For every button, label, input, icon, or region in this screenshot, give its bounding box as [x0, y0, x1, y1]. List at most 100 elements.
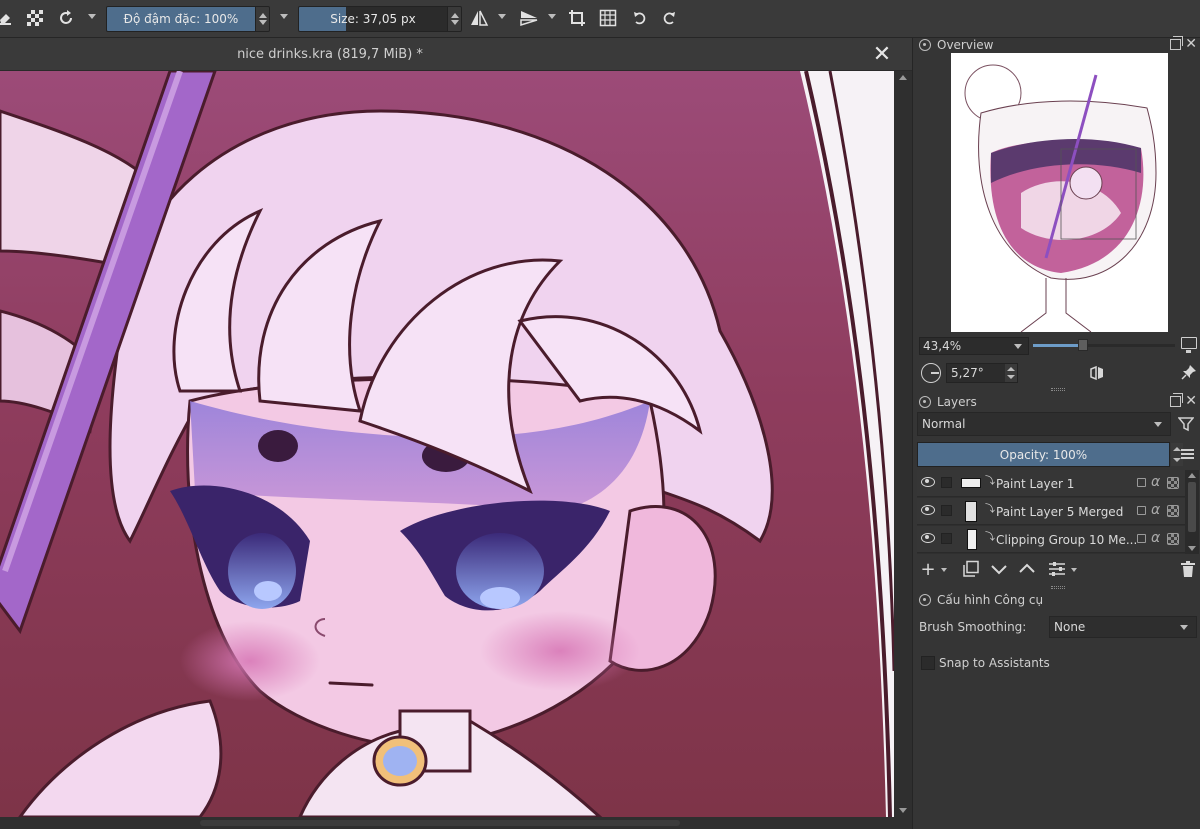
trash-icon[interactable]	[1179, 560, 1197, 580]
canvas-horizontal-scrollbar[interactable]	[0, 817, 912, 829]
pin-icon[interactable]	[1181, 364, 1197, 380]
layer-row[interactable]: ⤵ Clipping Group 10 Me... α	[917, 526, 1185, 553]
mirror-h-icon[interactable]	[468, 7, 490, 29]
chevron-down-icon[interactable]	[941, 568, 947, 572]
rotation-stepper[interactable]	[1005, 364, 1017, 382]
lock-icon[interactable]	[919, 39, 931, 51]
chevron-down-icon	[1014, 344, 1022, 349]
panel-splitter[interactable]	[1051, 586, 1065, 589]
move-up-icon[interactable]	[1017, 560, 1037, 580]
checker-icon[interactable]	[24, 7, 46, 29]
overview-image	[964, 64, 1157, 332]
float-icon[interactable]	[1170, 36, 1183, 50]
close-icon[interactable]: ✕	[870, 43, 894, 67]
layer-select-checkbox[interactable]	[941, 505, 952, 516]
undo-icon[interactable]	[629, 7, 651, 29]
zoom-value: 43,4%	[923, 339, 962, 353]
rotation-field[interactable]: 5,27°	[946, 363, 1018, 383]
snap-to-assistants-checkbox[interactable]	[921, 656, 935, 670]
lock-icon[interactable]	[1137, 534, 1146, 543]
filter-icon[interactable]	[1177, 416, 1195, 432]
eraser-icon[interactable]	[0, 7, 16, 29]
opacity-spinbox[interactable]: Độ đậm đặc: 100%	[106, 6, 270, 32]
layer-name[interactable]: Paint Layer 1	[996, 470, 1136, 497]
chevron-down-icon[interactable]	[1071, 568, 1077, 572]
alpha-lock-icon[interactable]: α	[1151, 502, 1160, 518]
document-title[interactable]: nice drinks.kra (819,7 MiB) *	[0, 38, 660, 71]
layer-name[interactable]: Paint Layer 5 Merged	[996, 498, 1136, 525]
eye-icon[interactable]	[921, 505, 935, 515]
add-icon[interactable]: +	[919, 560, 937, 580]
drawing-canvas[interactable]	[0, 71, 894, 817]
right-dock: Overview ✕ 43,4% 5,27° Layers ✕ Normal O…	[912, 36, 1200, 829]
rotation-dial-icon[interactable]	[921, 363, 941, 383]
close-icon[interactable]: ✕	[1185, 36, 1197, 52]
chevron-down-icon[interactable]	[88, 14, 96, 19]
layer-row[interactable]: ⤵ Paint Layer 1 α	[917, 470, 1185, 497]
overview-title: Overview	[937, 38, 994, 52]
eye-icon[interactable]	[921, 477, 935, 487]
layers-panel-header: Layers ✕	[913, 393, 1200, 411]
mirror-icon[interactable]	[1089, 365, 1105, 381]
zoom-slider[interactable]	[1033, 339, 1175, 351]
lock-icon[interactable]	[919, 594, 931, 606]
layer-select-checkbox[interactable]	[941, 477, 952, 488]
inherit-alpha-icon: ⤵	[985, 504, 995, 515]
properties-icon[interactable]	[1047, 560, 1067, 580]
transparency-icon[interactable]	[1167, 505, 1179, 517]
lock-icon[interactable]	[919, 396, 931, 408]
zoom-row: 43,4%	[913, 336, 1200, 356]
layer-name[interactable]: Clipping Group 10 Me...	[996, 526, 1136, 553]
chevron-down-icon[interactable]	[280, 14, 288, 19]
alpha-lock-icon[interactable]: α	[1151, 530, 1160, 546]
canvas-vertical-scrollbar[interactable]	[894, 71, 912, 817]
size-spinbox[interactable]: Size: 37,05 px	[298, 6, 462, 32]
size-stepper[interactable]	[447, 7, 461, 31]
mirror-v-icon[interactable]	[518, 7, 540, 29]
eye-icon[interactable]	[921, 533, 935, 543]
layer-row[interactable]: ⤵ Paint Layer 5 Merged α	[917, 498, 1185, 525]
opacity-label: Độ đậm đặc: 100%	[123, 12, 239, 26]
overview-panel-header: Overview ✕	[913, 36, 1200, 54]
tool-options-title: Cấu hình Công cụ	[937, 593, 1044, 607]
size-label: Size: 37,05 px	[330, 12, 416, 26]
brush-smoothing-value: None	[1054, 620, 1086, 634]
lock-icon[interactable]	[1137, 506, 1146, 515]
alpha-lock-icon[interactable]: α	[1151, 474, 1160, 490]
snap-to-assistants-label: Snap to Assistants	[939, 656, 1050, 670]
monitor-icon[interactable]	[1181, 337, 1197, 353]
brush-smoothing-label: Brush Smoothing:	[919, 620, 1027, 634]
redo-icon[interactable]	[658, 7, 680, 29]
menu-icon[interactable]	[1181, 449, 1194, 459]
panel-splitter[interactable]	[1051, 388, 1065, 391]
inherit-alpha-icon: ⤵	[985, 532, 995, 543]
overview-thumbnail[interactable]	[951, 53, 1168, 332]
wrap-icon[interactable]	[597, 7, 619, 29]
layer-list-scrollbar[interactable]	[1185, 470, 1199, 554]
brush-smoothing-select[interactable]: None	[1049, 616, 1197, 638]
layer-select-checkbox[interactable]	[941, 533, 952, 544]
move-down-icon[interactable]	[989, 560, 1009, 580]
layer-opacity-label: Opacity: 100%	[999, 447, 1088, 462]
chevron-down-icon[interactable]	[548, 14, 556, 19]
zoom-slider-handle[interactable]	[1077, 339, 1088, 351]
transparency-icon[interactable]	[1167, 477, 1179, 489]
transparency-icon[interactable]	[1167, 533, 1179, 545]
duplicate-icon[interactable]	[961, 560, 981, 580]
inherit-alpha-icon: ⤵	[985, 476, 995, 487]
blend-mode-select[interactable]: Normal	[917, 412, 1171, 436]
zoom-select[interactable]: 43,4%	[919, 337, 1029, 355]
opacity-stepper[interactable]	[255, 7, 269, 31]
chevron-down-icon	[1154, 422, 1162, 427]
layer-thumbnail	[961, 478, 981, 488]
refresh-icon[interactable]	[55, 7, 77, 29]
layer-toolbar: +	[913, 558, 1200, 582]
layer-list: ⤵ Paint Layer 1 α ⤵ Paint Layer 5 Merged…	[917, 470, 1185, 554]
lock-icon[interactable]	[1137, 478, 1146, 487]
close-icon[interactable]: ✕	[1185, 393, 1197, 409]
rotation-value: 5,27°	[951, 366, 984, 380]
chevron-down-icon[interactable]	[498, 14, 506, 19]
float-icon[interactable]	[1170, 393, 1183, 407]
crop-icon[interactable]	[566, 7, 588, 29]
layer-opacity-slider[interactable]: Opacity: 100%	[917, 442, 1183, 467]
